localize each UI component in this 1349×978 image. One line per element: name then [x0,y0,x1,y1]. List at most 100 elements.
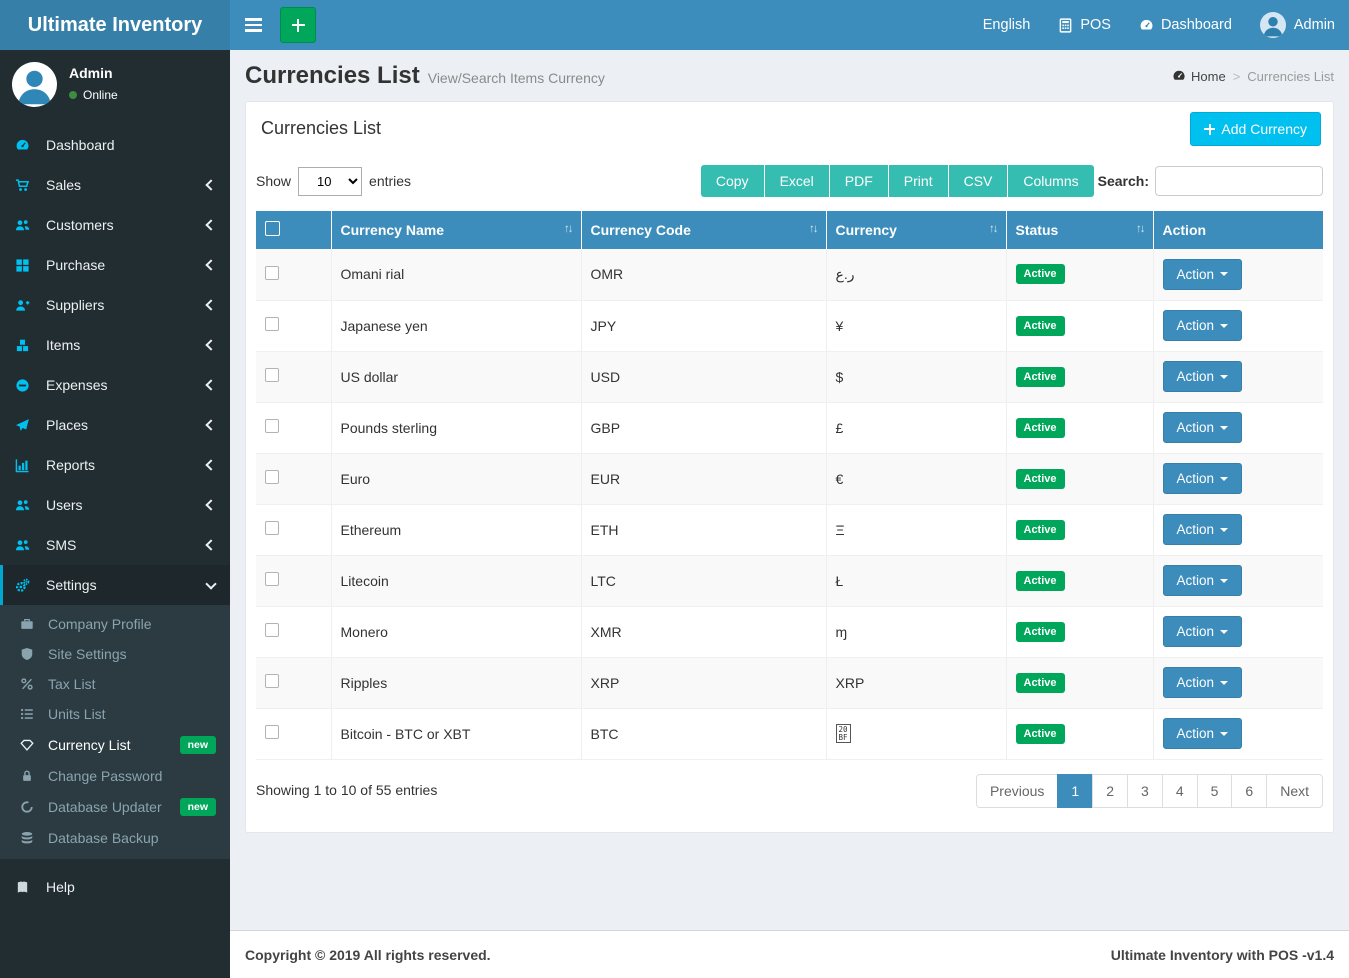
currency-name-value: Bitcoin - BTC or XBT [341,726,471,742]
sidebar-item-database-updater[interactable]: Database Updaternew [0,791,230,823]
sidebar-user-panel: Admin Online [0,50,230,121]
quick-add-button[interactable] [280,7,316,43]
row-checkbox[interactable] [265,419,279,433]
sidebar-item-units-list[interactable]: Units List [0,699,230,729]
row-checkbox[interactable] [265,674,279,688]
sidebar-item-company-profile[interactable]: Company Profile [0,609,230,639]
sidebar-item-customers[interactable]: Customers [0,205,230,245]
sidebar-item-suppliers[interactable]: Suppliers [0,285,230,325]
export-pdf-button[interactable]: PDF [829,165,888,197]
caret-down-icon [1220,732,1228,736]
currency-symbol-cell: ر.ع [826,249,1006,300]
entries-summary: Showing 1 to 10 of 55 entries [256,774,437,798]
column-header-currency-code[interactable]: Currency Code ↑↓ [581,211,826,249]
pos-link[interactable]: POS [1044,0,1125,50]
action-button[interactable]: Action [1163,463,1243,494]
row-checkbox[interactable] [265,266,279,280]
search-input[interactable] [1155,166,1323,196]
status-badge: Active [1016,316,1065,336]
pagination-next[interactable]: Next [1266,774,1323,808]
user-menu[interactable]: Admin [1246,0,1349,50]
export-columns-button[interactable]: Columns [1007,165,1093,197]
status-badge: Active [1016,520,1065,540]
chevron-left-icon [205,499,216,510]
currency-name-cell: Ripples [331,657,581,708]
row-checkbox[interactable] [265,521,279,535]
action-button[interactable]: Action [1163,412,1243,443]
sidebar-item-expenses[interactable]: Expenses [0,365,230,405]
sort-icon[interactable]: ↑↓ [1136,223,1144,235]
dashboard-link[interactable]: Dashboard [1125,0,1246,50]
copyright-text: Copyright © 2019 All rights reserved. [245,947,491,963]
action-button[interactable]: Action [1163,514,1243,545]
export-copy-button[interactable]: Copy [701,165,764,197]
export-excel-button[interactable]: Excel [764,165,829,197]
sidebar-item-site-settings[interactable]: Site Settings [0,639,230,669]
sidebar-item-database-backup[interactable]: Database Backup [0,823,230,853]
caret-down-icon [1220,477,1228,481]
sidebar-item-dashboard[interactable]: Dashboard [0,125,230,165]
sidebar-item-sms[interactable]: SMS [0,525,230,565]
action-button[interactable]: Action [1163,565,1243,596]
column-header-action[interactable]: Action [1153,211,1323,249]
pagination-page-4[interactable]: 4 [1162,774,1198,808]
action-button[interactable]: Action [1163,616,1243,647]
sidebar-item-places[interactable]: Places [0,405,230,445]
currency-symbol-cell: $ [826,351,1006,402]
brand-logo[interactable]: Ultimate Inventory [0,0,230,50]
pagination-page-1[interactable]: 1 [1057,774,1093,808]
currency-name-value: US dollar [341,369,399,385]
breadcrumb-home[interactable]: Home [1191,69,1226,84]
row-checkbox[interactable] [265,470,279,484]
sidebar-toggle-button[interactable] [230,0,276,50]
row-checkbox[interactable] [265,317,279,331]
sort-icon[interactable]: ↑↓ [989,223,997,235]
row-checkbox[interactable] [265,572,279,586]
row-select-cell [256,555,331,606]
language-menu[interactable]: English [969,0,1045,50]
action-button[interactable]: Action [1163,718,1243,749]
sidebar-item-reports[interactable]: Reports [0,445,230,485]
cubes-icon [15,338,39,353]
sidebar-item-help[interactable]: Help [0,867,230,907]
column-header-currency-name[interactable]: Currency Name↑↓ [331,211,581,249]
sort-icon[interactable]: ↑↓ [809,223,817,235]
sidebar-item-purchase[interactable]: Purchase [0,245,230,285]
row-select-cell [256,351,331,402]
table-row: Japanese yenJPY¥ActiveAction [256,300,1323,351]
sidebar-item-settings[interactable]: Settings [0,565,230,605]
row-checkbox[interactable] [265,725,279,739]
export-csv-button[interactable]: CSV [948,165,1008,197]
export-print-button[interactable]: Print [888,165,948,197]
sidebar-item-users[interactable]: Users [0,485,230,525]
currency-symbol-cell: £ [826,402,1006,453]
row-checkbox[interactable] [265,368,279,382]
sidebar-item-currency-list[interactable]: Currency Listnew [0,729,230,761]
action-button[interactable]: Action [1163,667,1243,698]
action-button[interactable]: Action [1163,310,1243,341]
select-all-checkbox[interactable] [265,221,280,236]
row-checkbox[interactable] [265,623,279,637]
currency-symbol-cell: Ł [826,555,1006,606]
pagination-page-2[interactable]: 2 [1092,774,1128,808]
column-header-label: Currency Code [591,222,691,238]
currency-code-cell: USD [581,351,826,402]
action-button[interactable]: Action [1163,259,1243,290]
diamond-icon [20,738,41,752]
pagination-page-6[interactable]: 6 [1231,774,1267,808]
sidebar-item-sales[interactable]: Sales [0,165,230,205]
sort-icon[interactable]: ↑↓ [564,223,572,235]
column-header-status[interactable]: Status↑↓ [1006,211,1153,249]
circle-icon [20,800,41,814]
add-currency-button[interactable]: Add Currency [1190,112,1321,146]
page-size-select[interactable]: 10 [298,167,362,196]
pagination-previous[interactable]: Previous [976,774,1058,808]
sidebar-item-tax-list[interactable]: Tax List [0,669,230,699]
pagination-page-5[interactable]: 5 [1197,774,1233,808]
action-button[interactable]: Action [1163,361,1243,392]
column-header-currency[interactable]: Currency↑↓ [826,211,1006,249]
currency-name-value: Ethereum [341,522,402,538]
pagination-page-3[interactable]: 3 [1127,774,1163,808]
sidebar-item-items[interactable]: Items [0,325,230,365]
sidebar-item-change-password[interactable]: Change Password [0,761,230,791]
